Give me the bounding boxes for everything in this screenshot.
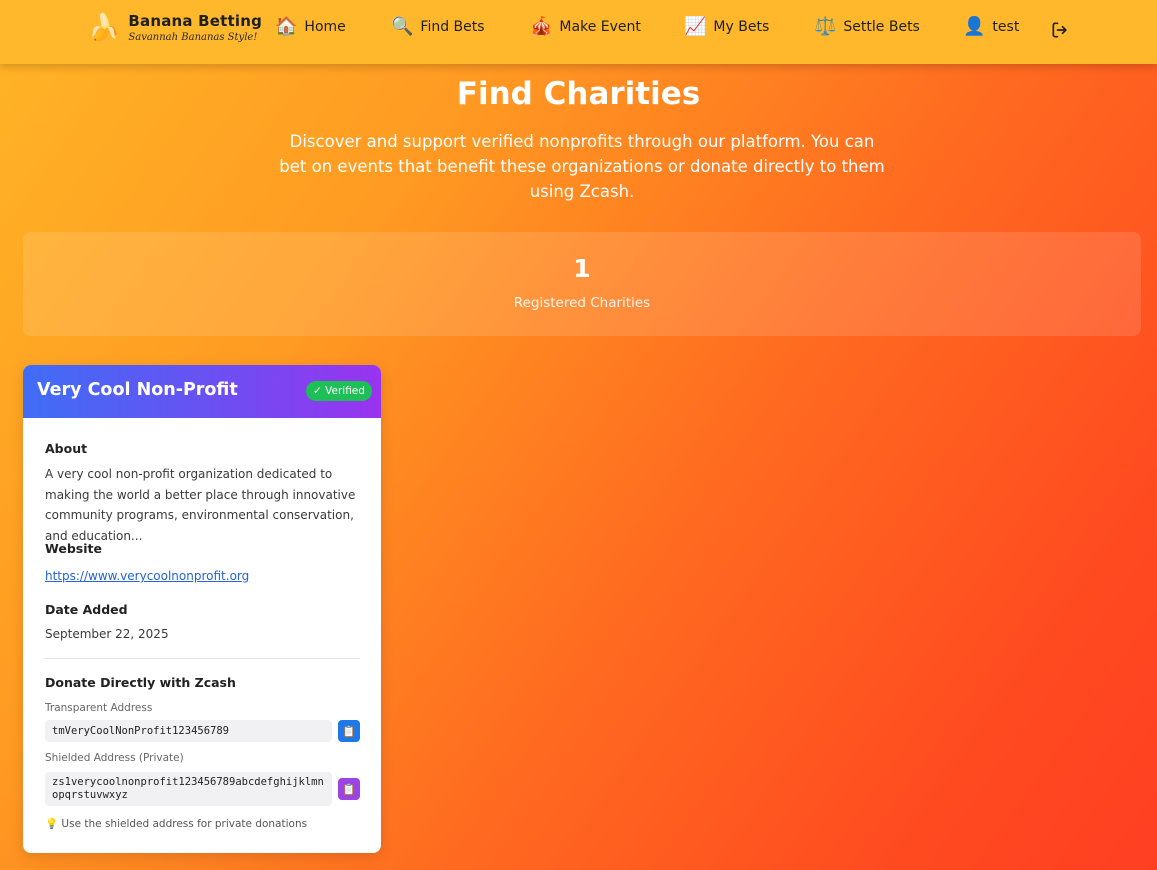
circus-tent-icon: 🎪 xyxy=(530,16,553,37)
about-text: A very cool non-profit organization dedi… xyxy=(45,467,356,543)
donate-heading: Donate Directly with Zcash xyxy=(45,675,236,690)
divider xyxy=(45,658,360,659)
brand-subtitle: Savannah Bananas Style! xyxy=(128,32,258,43)
magnifier-icon: 🔍 xyxy=(391,16,414,37)
nav-make-event-label: Make Event xyxy=(559,19,641,35)
nav-my-bets-label: My Bets xyxy=(713,19,770,35)
logout-icon[interactable] xyxy=(1050,20,1070,40)
verified-badge: ✓ Verified xyxy=(306,381,372,401)
nav-user[interactable]: 👤 test xyxy=(963,18,1019,36)
privacy-tip: 💡 Use the shielded address for private d… xyxy=(45,817,307,830)
stats-panel: 1 Registered Charities xyxy=(23,232,1141,336)
transparent-address-label: Transparent Address xyxy=(45,702,153,714)
date-added-label: Date Added xyxy=(45,602,128,617)
nav-settle-bets-label: Settle Bets xyxy=(843,19,920,35)
nav-home-label: Home xyxy=(304,19,346,35)
lightbulb-icon: 💡 xyxy=(45,818,59,830)
page-description: Discover and support verified nonprofits… xyxy=(279,132,885,201)
charity-count-label: Registered Charities xyxy=(513,295,651,311)
date-added-value: September 22, 2025 xyxy=(45,627,169,641)
shielded-address-label: Shielded Address (Private) xyxy=(45,752,184,764)
banana-icon: 🍌 xyxy=(88,12,121,43)
nav-user-label: test xyxy=(992,19,1020,35)
nav-find-bets-label: Find Bets xyxy=(420,19,485,35)
brand-title: Banana Betting xyxy=(128,12,263,30)
website-label: Website xyxy=(45,541,102,556)
charity-card: Very Cool Non-Profit ✓ Verified About A … xyxy=(23,365,381,853)
clipboard-icon: 📋 xyxy=(342,724,356,738)
chart-up-icon: 📈 xyxy=(684,16,707,37)
copy-transparent-button[interactable]: 📋 xyxy=(338,720,360,742)
scales-icon: ⚖️ xyxy=(814,16,837,37)
transparent-address[interactable]: tmVeryCoolNonProfit123456789 xyxy=(45,720,332,742)
privacy-tip-text: Use the shielded address for private don… xyxy=(61,818,308,830)
charity-name: Very Cool Non-Profit xyxy=(37,380,238,400)
charity-card-header: Very Cool Non-Profit ✓ Verified xyxy=(23,365,381,418)
nav-home[interactable]: 🏠 Home xyxy=(275,18,346,36)
user-icon: 👤 xyxy=(963,16,986,37)
nav-my-bets[interactable]: 📈 My Bets xyxy=(684,18,769,36)
charity-count: 1 xyxy=(573,254,591,283)
page-title: Find Charities xyxy=(456,76,701,112)
shielded-address[interactable]: zs1verycoolnonprofit123456789abcdefghijk… xyxy=(45,772,332,806)
website-link[interactable]: https://www.verycoolnonprofit.org xyxy=(45,569,249,583)
copy-shielded-button[interactable]: 📋 xyxy=(338,778,360,800)
brand-text: Banana Betting Savannah Bananas Style! xyxy=(128,12,262,43)
clipboard-icon: 📋 xyxy=(342,782,356,796)
top-navbar: 🍌 Banana Betting Savannah Bananas Style!… xyxy=(0,0,1157,64)
house-icon: 🏠 xyxy=(275,16,298,37)
nav-settle-bets[interactable]: ⚖️ Settle Bets xyxy=(814,18,920,36)
nav-find-bets[interactable]: 🔍 Find Bets xyxy=(391,18,485,36)
nav-make-event[interactable]: 🎪 Make Event xyxy=(530,18,641,36)
brand[interactable]: 🍌 Banana Betting Savannah Bananas Style! xyxy=(88,12,262,43)
about-label: About xyxy=(45,441,88,456)
